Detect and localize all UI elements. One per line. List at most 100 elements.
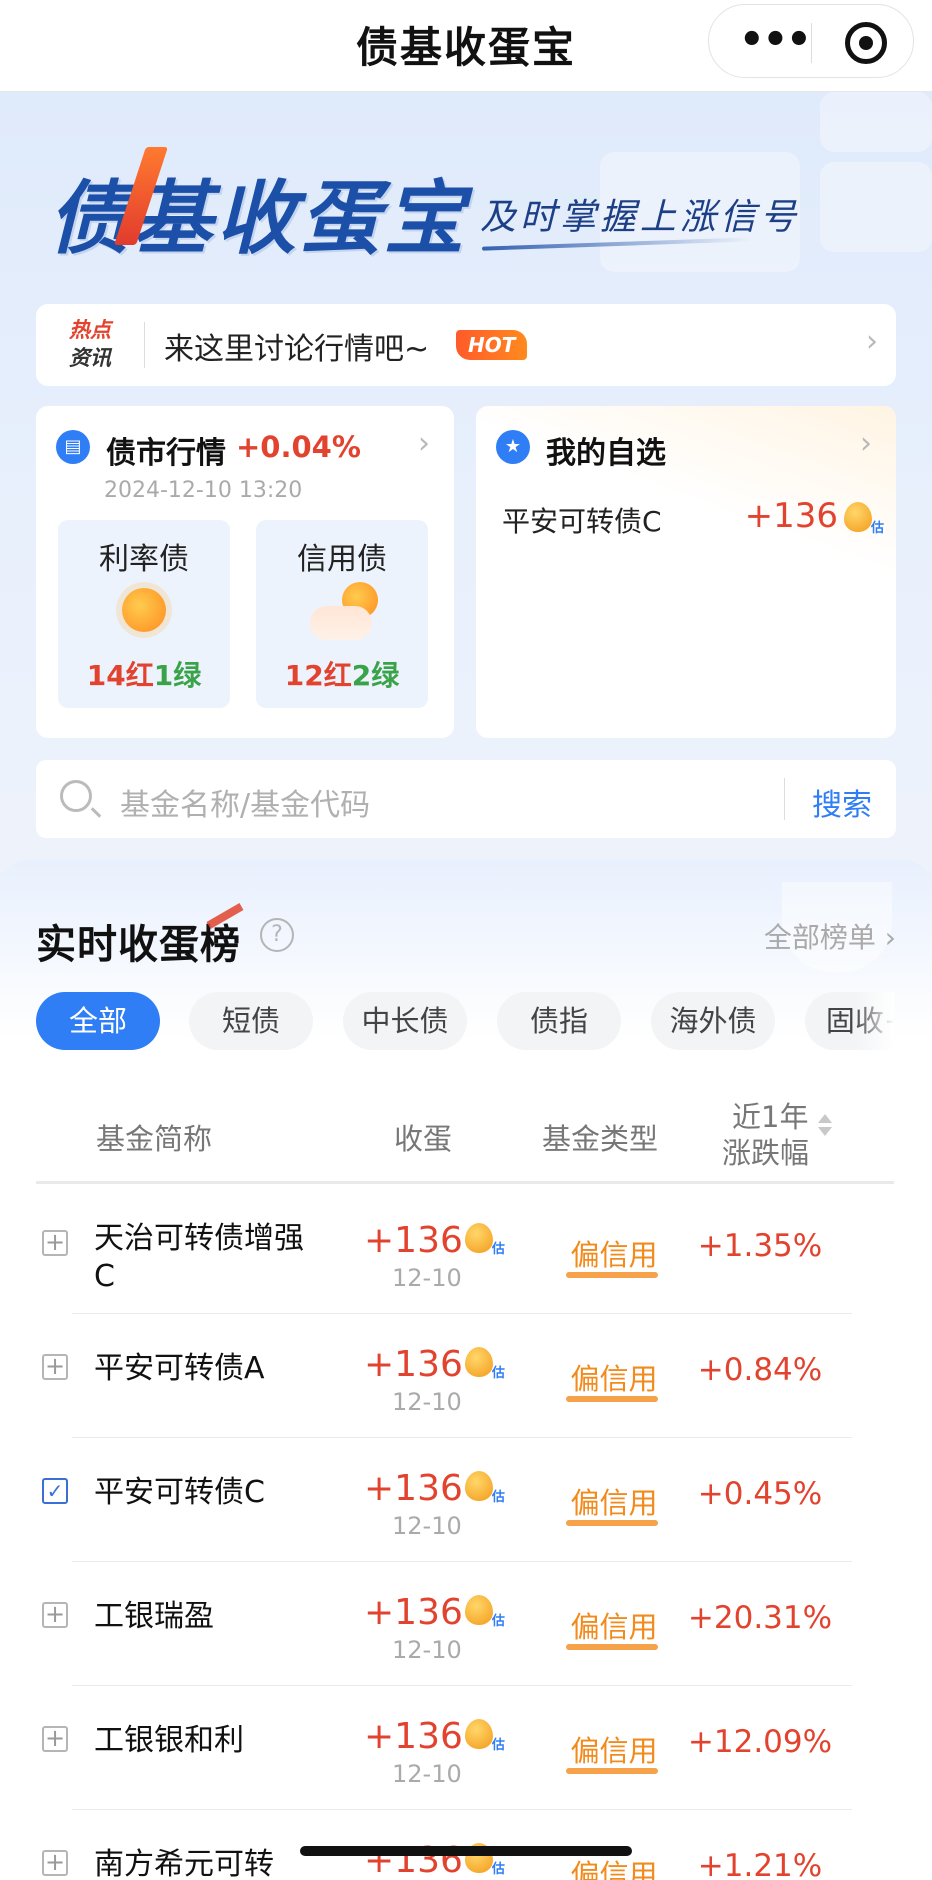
credit-bond-box[interactable]: 信用债 12红2绿 xyxy=(256,520,428,708)
fund-name: 天治可转债增强C xyxy=(94,1221,304,1294)
add-watch-checkbox[interactable]: + xyxy=(42,1230,68,1256)
bond-name: 利率债 xyxy=(99,542,189,577)
market-time: 2024-12-10 13:20 xyxy=(104,478,303,503)
title-bar: 债基收蛋宝 ••• xyxy=(0,0,932,92)
hot-news-tag-line2: 资讯 xyxy=(69,346,111,370)
watchlist-title: 我的自选 xyxy=(546,436,666,471)
rate-bond-box[interactable]: 利率债 14红1绿 xyxy=(58,520,230,708)
fund-type: 偏信用 xyxy=(570,1858,658,1880)
estimate-mark: 估 xyxy=(491,1738,505,1753)
chevron-right-icon: › xyxy=(418,426,430,461)
search-icon xyxy=(60,780,92,812)
fund-change: +1.21% xyxy=(697,1848,823,1880)
egg-icon: 估 xyxy=(844,502,884,536)
fund-type-bar xyxy=(566,1396,658,1402)
fund-type-bar xyxy=(566,1768,658,1774)
table-row[interactable]: + 平安可转债A +136 估 12-10 偏信用 +0.84% xyxy=(36,1314,894,1438)
fund-name: 工银瑞盈 xyxy=(94,1599,214,1634)
red-count: 12 xyxy=(284,659,324,692)
chevron-right-icon: › xyxy=(866,324,878,359)
fund-name: 平安可转债A xyxy=(94,1351,265,1386)
search-input[interactable]: 基金名称/基金代码 xyxy=(120,780,370,824)
egg-value-text: +136 xyxy=(364,1220,463,1261)
watchlist-card[interactable]: ★ 我的自选 › 平安可转债C +136 估 xyxy=(476,406,896,738)
bond-name: 信用债 xyxy=(297,542,387,577)
green-label: 绿 xyxy=(371,659,400,692)
add-watch-checkbox[interactable]: + xyxy=(42,1354,68,1380)
table-row[interactable]: + 工银银和利 +136 估 12-10 偏信用 +12.09% xyxy=(36,1686,894,1810)
search-divider xyxy=(784,778,785,820)
egg-value: +136 估 xyxy=(364,1220,505,1261)
hot-news-bar[interactable]: 热点 资讯 来这里讨论行情吧~ HOT › xyxy=(36,304,896,386)
egg-value-text: +136 xyxy=(364,1468,463,1509)
estimate-mark: 估 xyxy=(491,1614,505,1629)
bond-count: 14红1绿 xyxy=(58,654,230,694)
egg-value: +136 估 xyxy=(364,1468,505,1509)
table-row[interactable]: + 工银瑞盈 +136 估 12-10 偏信用 +20.31% xyxy=(36,1562,894,1686)
market-change: +0.04% xyxy=(236,430,361,464)
header-change-line2[interactable]: 涨跌幅 xyxy=(722,1130,809,1172)
egg-date: 12-10 xyxy=(392,1760,462,1788)
home-indicator[interactable] xyxy=(300,1846,632,1856)
green-label: 绿 xyxy=(173,659,202,692)
hot-news-tag-line1: 热点 xyxy=(69,318,111,342)
fund-name: 平安可转债C xyxy=(94,1475,265,1510)
header-egg: 收蛋 xyxy=(394,1122,453,1156)
hot-badge: HOT xyxy=(456,330,528,360)
fund-type: 偏信用 xyxy=(570,1486,658,1520)
market-card[interactable]: ▤ 债市行情 +0.04% › 2024-12-10 13:20 利率债 14红… xyxy=(36,406,454,738)
fund-name: 工银银和利 xyxy=(94,1723,244,1758)
watchlist-item-name[interactable]: 平安可转债C xyxy=(502,500,662,540)
search-button[interactable]: 搜索 xyxy=(812,780,872,824)
table-row[interactable]: + 南方希元可转 +136 估 偏信用 +1.21% xyxy=(36,1810,894,1880)
more-dots-icon[interactable]: ••• xyxy=(739,20,812,60)
egg-value-text: +136 xyxy=(364,1344,463,1385)
tab-bond-index[interactable]: 债指 xyxy=(497,992,621,1050)
all-rankings-link[interactable]: 全部榜单 › xyxy=(764,916,896,956)
egg-value-text: +136 xyxy=(364,1592,463,1633)
bookmark-icon: ★ xyxy=(496,430,530,464)
estimate-mark: 估 xyxy=(870,521,884,536)
fund-type-bar xyxy=(566,1272,658,1278)
egg-icon: 估 xyxy=(464,1471,505,1505)
watch-checked-checkbox[interactable]: ✓ xyxy=(42,1478,68,1504)
brand-logo: 债基收蛋宝 xyxy=(48,172,468,265)
estimate-mark: 估 xyxy=(491,1366,505,1381)
bond-count: 12红2绿 xyxy=(256,654,428,694)
fund-type-bar xyxy=(566,1644,658,1650)
ranking-panel: 实时收蛋榜 ? 全部榜单 › 全部 短债 中长债 债指 海外债 固收+ 基金简称… xyxy=(0,860,932,1880)
red-label: 红 xyxy=(125,659,154,692)
egg-value-text: +136 xyxy=(364,1716,463,1757)
green-count: 2 xyxy=(351,659,372,692)
tabs-fade xyxy=(854,992,894,1054)
green-count: 1 xyxy=(153,659,174,692)
add-watch-checkbox[interactable]: + xyxy=(42,1726,68,1752)
fund-change: +1.35% xyxy=(697,1228,823,1264)
table-row[interactable]: ✓ 平安可转债C +136 估 12-10 偏信用 +0.45% xyxy=(36,1438,894,1562)
tab-all[interactable]: 全部 xyxy=(36,992,160,1050)
sunny-weather-icon xyxy=(122,588,166,632)
tab-short-bond[interactable]: 短债 xyxy=(189,992,313,1050)
fund-change: +12.09% xyxy=(687,1724,833,1760)
egg-value: +136 估 xyxy=(364,1344,505,1385)
help-icon[interactable]: ? xyxy=(260,918,294,952)
red-count: 14 xyxy=(86,659,126,692)
capsule-divider xyxy=(811,23,812,63)
table-row[interactable]: + 天治可转债增强C +136 估 12-10 偏信用 +1.35% xyxy=(36,1190,894,1314)
brand-slogan: 及时掌握上涨信号 xyxy=(480,197,801,238)
add-watch-checkbox[interactable]: + xyxy=(42,1850,68,1876)
tab-overseas-bond[interactable]: 海外债 xyxy=(651,992,775,1050)
egg-value: +136 估 xyxy=(364,1716,505,1757)
egg-icon: 估 xyxy=(464,1223,505,1257)
fund-type-bar xyxy=(566,1520,658,1526)
category-tabs: 全部 短债 中长债 债指 海外债 固收+ xyxy=(36,992,894,1054)
add-watch-checkbox[interactable]: + xyxy=(42,1602,68,1628)
target-close-icon[interactable] xyxy=(845,22,887,64)
tab-mid-long-bond[interactable]: 中长债 xyxy=(343,992,467,1050)
estimate-mark: 估 xyxy=(491,1242,505,1257)
hero-section: 债基收蛋宝 及时掌握上涨信号 热点 资讯 来这里讨论行情吧~ HOT › ▤ 债… xyxy=(0,92,932,872)
estimate-mark: 估 xyxy=(491,1862,505,1877)
egg-date: 12-10 xyxy=(392,1512,462,1540)
chevron-right-icon: › xyxy=(860,426,872,461)
egg-icon: 估 xyxy=(464,1595,505,1629)
